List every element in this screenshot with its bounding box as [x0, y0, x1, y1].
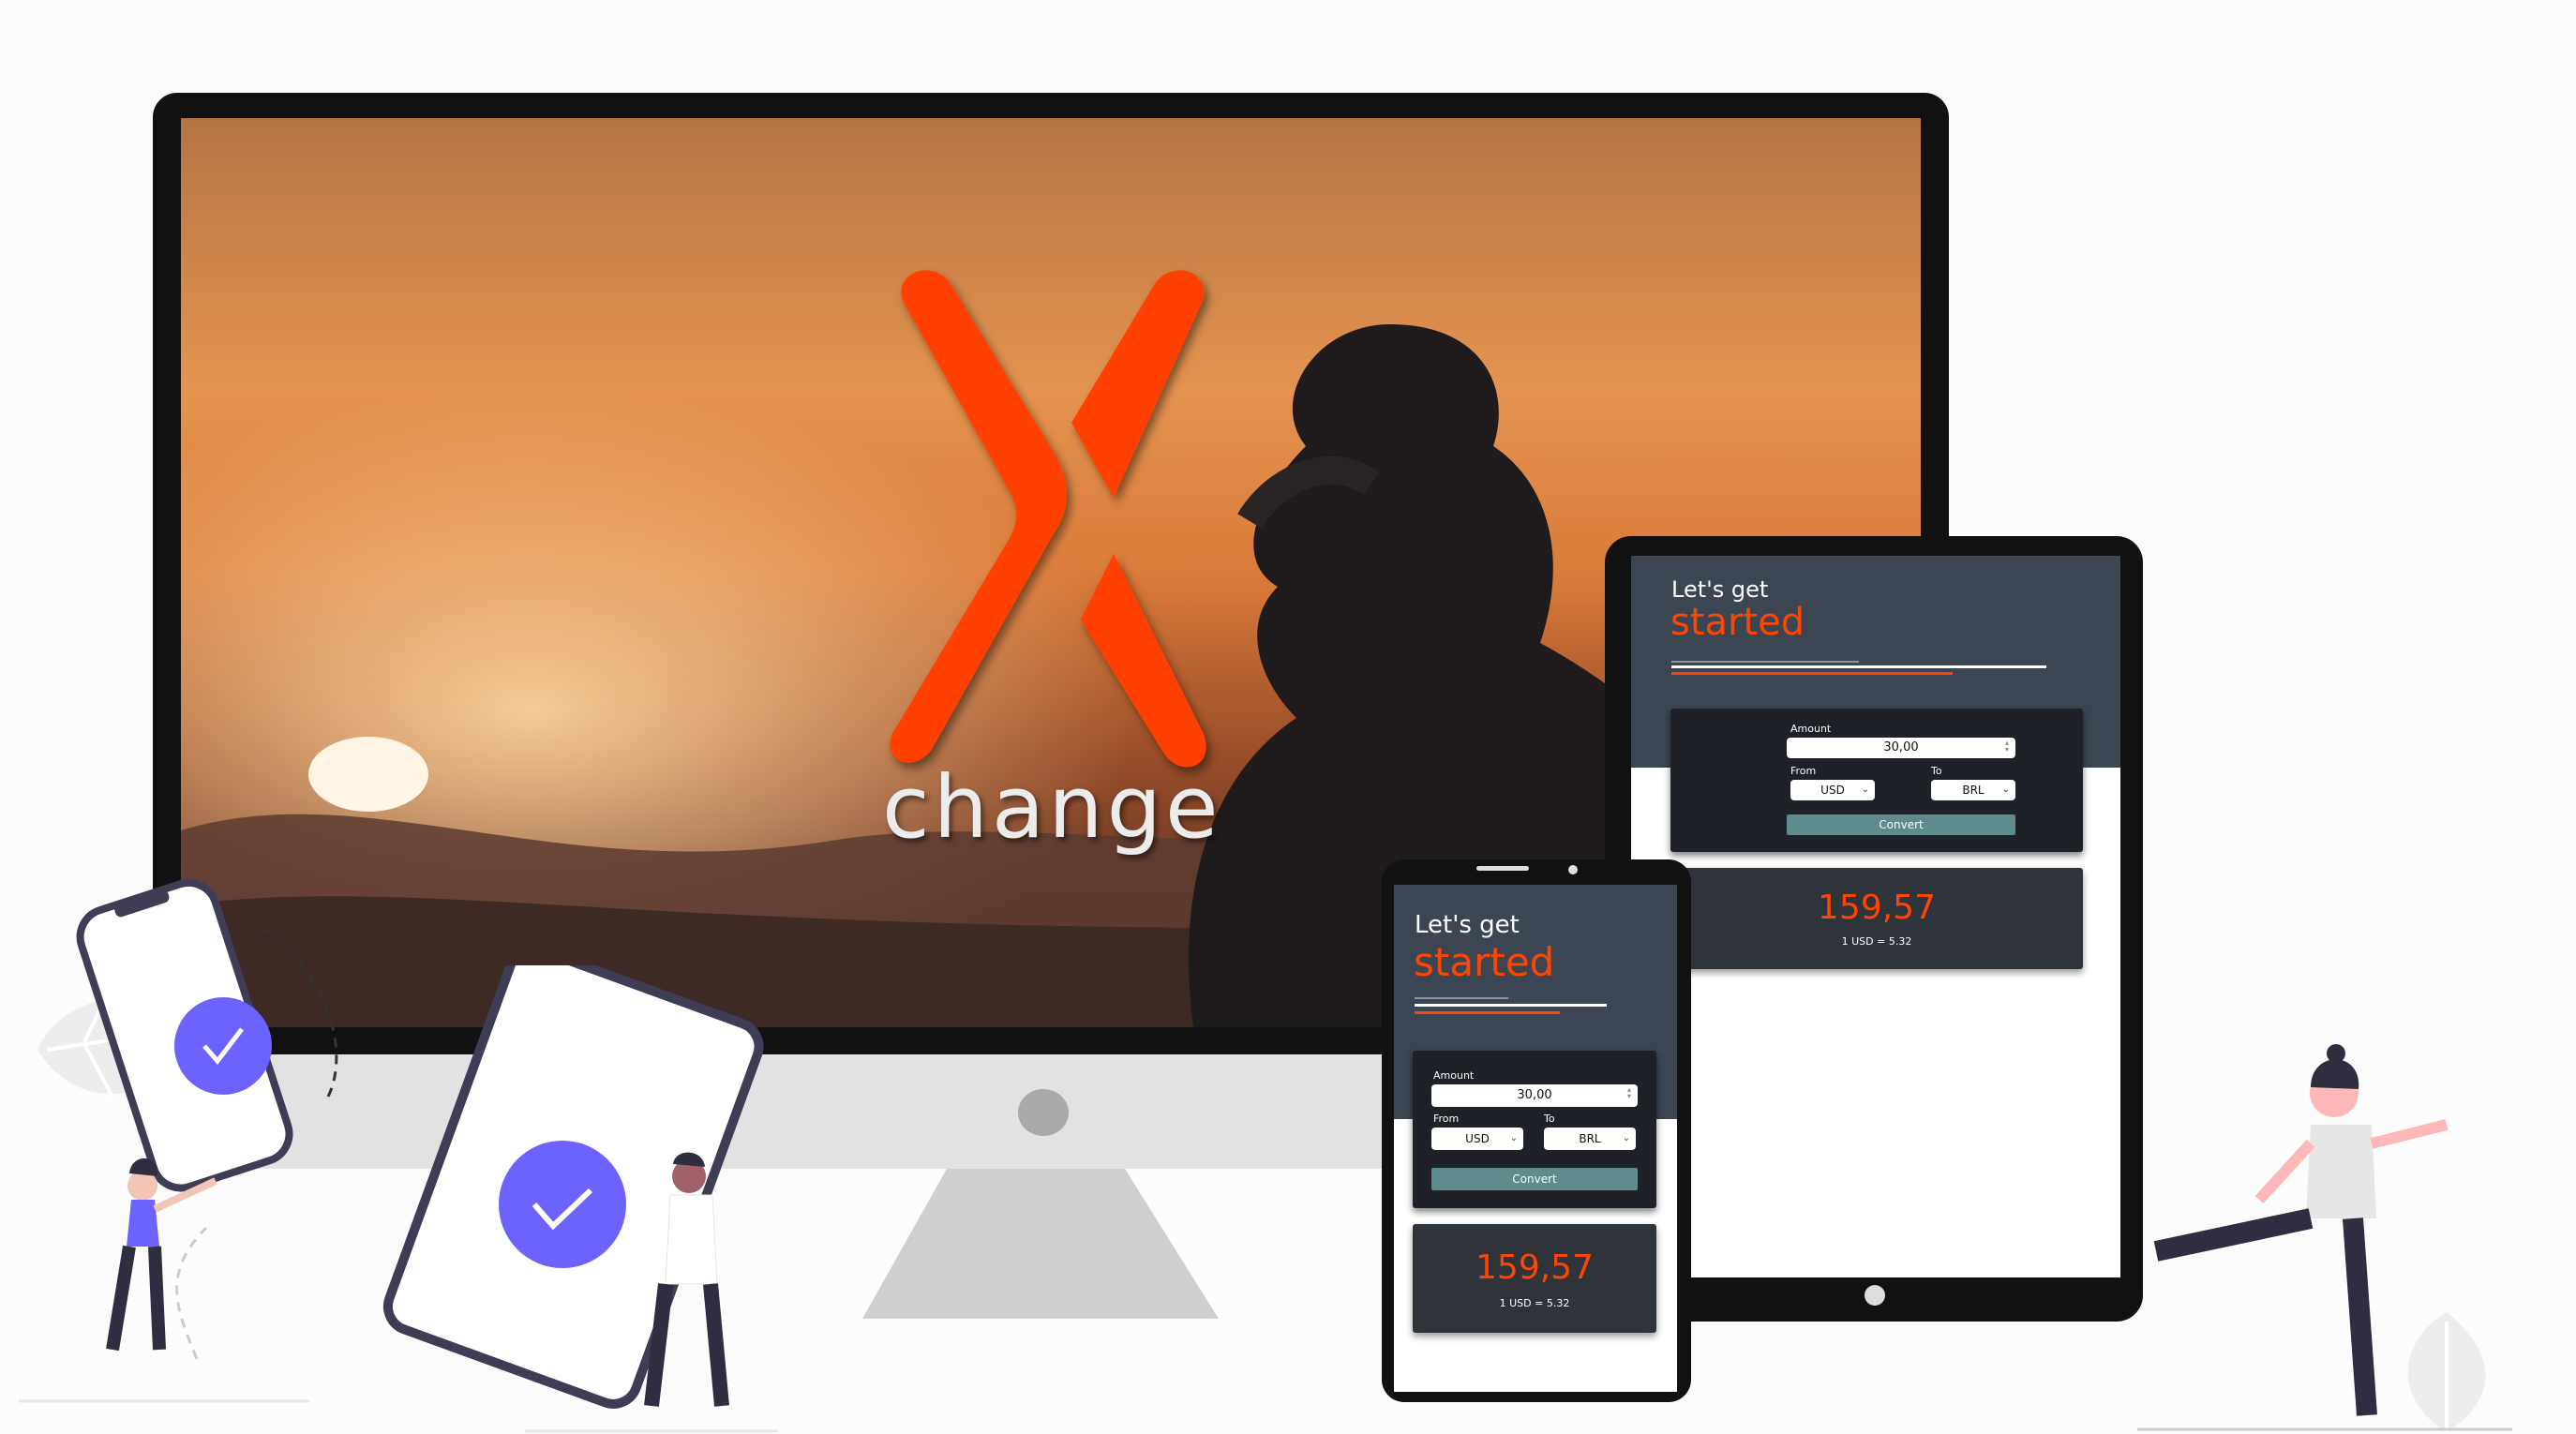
monitor-stand [947, 1169, 1125, 1319]
monitor-logo-button [1018, 1089, 1069, 1136]
result-card: 159,57 1 USD = 5.32 [1670, 868, 2083, 969]
check-circle-icon [499, 1141, 626, 1268]
exchange-rate: 1 USD = 5.32 [1841, 935, 1912, 948]
to-currency-select[interactable]: BRL ⌄ [1544, 1128, 1636, 1150]
to-currency-value: BRL [1962, 784, 1984, 797]
to-currency-value: BRL [1579, 1132, 1601, 1145]
divider [1671, 665, 2046, 668]
divider [1415, 997, 1508, 999]
amount-input[interactable]: 30,00 ▴ ▾ [1431, 1084, 1638, 1107]
illustration-woman-phone [19, 878, 338, 1403]
monitor-stand-right [1125, 1169, 1219, 1319]
stepper-icon[interactable]: ▴ ▾ [1627, 1086, 1631, 1100]
amount-label: Amount [1790, 723, 1832, 735]
converter-card: Amount 30,00 ▴ ▾ From To USD ⌄ BRL ⌄ Conv… [1670, 709, 2083, 852]
sun [308, 737, 428, 812]
from-currency-select[interactable]: USD ⌄ [1790, 780, 1875, 800]
to-currency-select[interactable]: BRL ⌄ [1931, 780, 2015, 800]
convert-button[interactable]: Convert [1787, 814, 2015, 835]
phone-camera [1568, 865, 1578, 874]
divider-accent [1415, 1011, 1560, 1014]
greeting-line1: Let's get [1671, 576, 1769, 603]
from-currency-value: USD [1465, 1132, 1490, 1145]
amount-label: Amount [1433, 1069, 1475, 1082]
divider [1415, 1004, 1607, 1007]
phone-speaker [1476, 866, 1529, 871]
to-label: To [1931, 765, 1942, 777]
result-card: 159,57 1 USD = 5.32 [1413, 1224, 1656, 1333]
tablet-screen: Let's get started Amount 30,00 ▴ ▾ From T… [1631, 556, 2120, 1277]
convert-button[interactable]: Convert [1431, 1168, 1638, 1190]
chevron-down-icon: ⌄ [1509, 1133, 1518, 1143]
amount-value: 30,00 [1517, 1088, 1552, 1102]
stepper-icon[interactable]: ▴ ▾ [2005, 739, 2009, 754]
chevron-down-icon: ⌄ [1861, 784, 1869, 795]
exchange-rate: 1 USD = 5.32 [1499, 1297, 1570, 1309]
from-label: From [1790, 765, 1817, 777]
divider-accent [1671, 672, 1953, 675]
greeting-line1: Let's get [1415, 911, 1520, 939]
check-circle-icon [174, 997, 272, 1095]
from-label: From [1433, 1113, 1460, 1125]
greeting-line2: started [1670, 601, 1805, 644]
from-currency-select[interactable]: USD ⌄ [1431, 1128, 1523, 1150]
tablet-home-button [1865, 1285, 1885, 1306]
logo-wordmark: change [882, 757, 1222, 858]
chevron-down-icon: ⌄ [1622, 1133, 1630, 1143]
to-label: To [1544, 1113, 1555, 1125]
result-value: 159,57 [1475, 1248, 1594, 1287]
amount-value: 30,00 [1883, 740, 1919, 754]
result-value: 159,57 [1818, 889, 1936, 927]
monitor-stand-left [862, 1169, 947, 1319]
from-currency-value: USD [1820, 784, 1845, 797]
phone-screen: Let's get started Amount 30,00 ▴ ▾ From T… [1394, 885, 1677, 1392]
illustration-woman-kicking [2137, 1044, 2512, 1431]
amount-input[interactable]: 30,00 ▴ ▾ [1787, 738, 2015, 758]
divider [1671, 661, 1859, 663]
illustration-man-tablet [382, 965, 778, 1433]
greeting-line2: started [1414, 939, 1555, 985]
chevron-down-icon: ⌄ [2001, 784, 2010, 795]
xchange-logo-icon [890, 270, 1206, 768]
converter-card: Amount 30,00 ▴ ▾ From To USD ⌄ BRL ⌄ Conv… [1413, 1051, 1656, 1208]
